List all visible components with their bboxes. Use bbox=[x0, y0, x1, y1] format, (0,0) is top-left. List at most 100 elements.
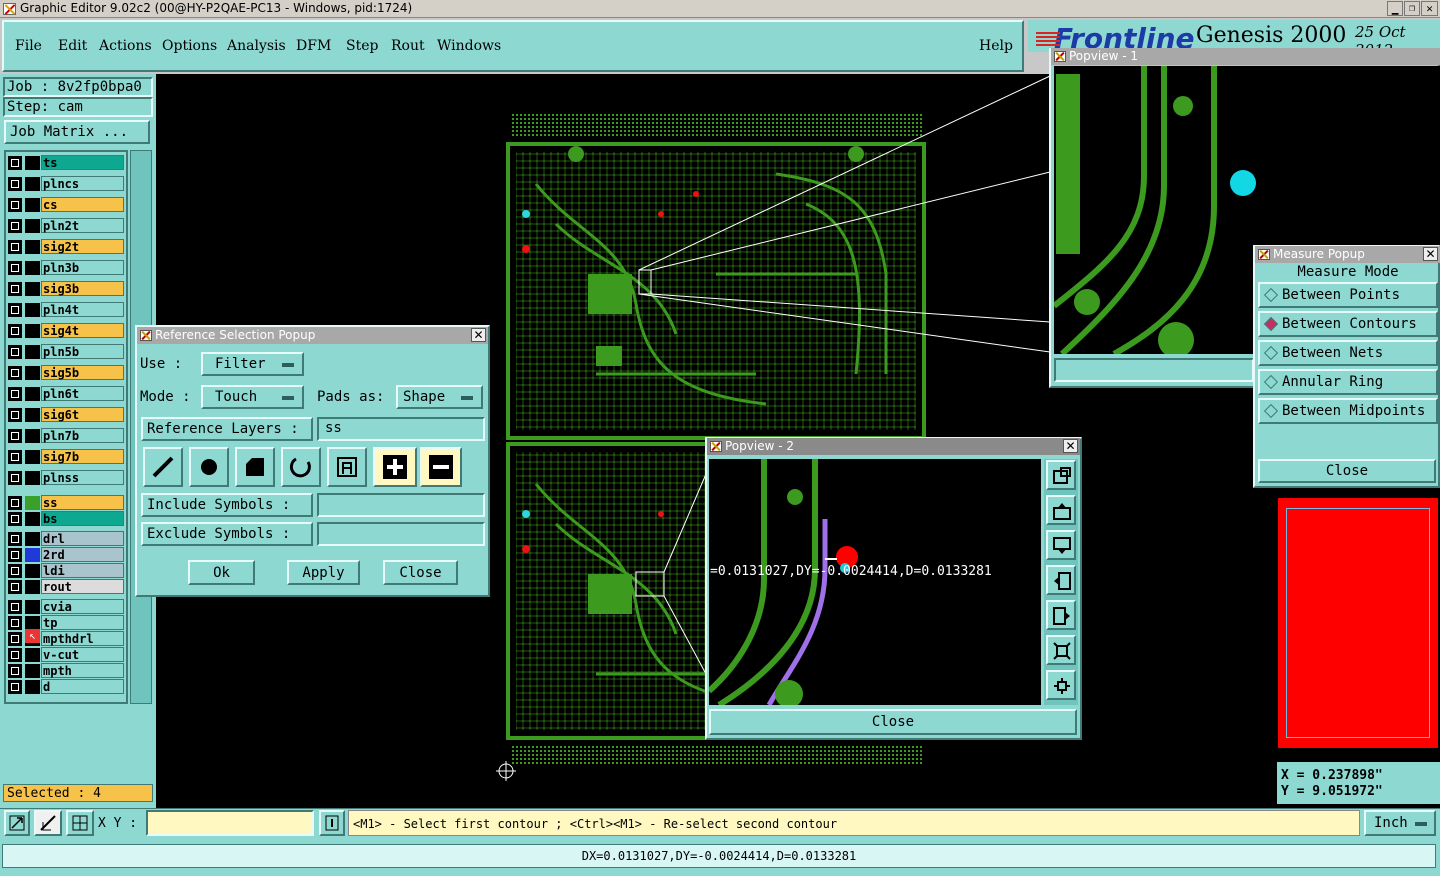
layer-name[interactable]: pln2t bbox=[41, 218, 124, 233]
layer-color-swatch[interactable] bbox=[25, 198, 40, 212]
layer-name[interactable]: pln7b bbox=[41, 428, 124, 443]
layer-row-2rd[interactable]: 2rd bbox=[8, 547, 124, 562]
layer-color-swatch[interactable] bbox=[25, 664, 40, 678]
layer-checkbox[interactable] bbox=[8, 532, 22, 546]
layer-color-swatch[interactable] bbox=[25, 548, 40, 562]
layer-color-swatch[interactable] bbox=[25, 240, 40, 254]
minimize-button[interactable]: ▁ bbox=[1387, 1, 1403, 16]
arc-symbol-button[interactable] bbox=[281, 447, 321, 487]
layer-row-pln6t[interactable]: pln6t bbox=[8, 386, 124, 401]
layer-name[interactable]: sig5b bbox=[41, 365, 124, 380]
layer-checkbox[interactable] bbox=[8, 664, 22, 678]
layer-color-swatch[interactable] bbox=[25, 616, 40, 630]
popview2-close-button[interactable]: Close bbox=[709, 709, 1077, 735]
menu-options[interactable]: Options bbox=[162, 38, 217, 54]
menu-rout[interactable]: Rout bbox=[391, 38, 425, 54]
layer-checkbox[interactable] bbox=[8, 303, 22, 317]
units-dropdown[interactable]: Inch bbox=[1364, 810, 1436, 836]
layer-name[interactable]: ts bbox=[41, 155, 124, 170]
layer-name[interactable]: ldi bbox=[41, 563, 124, 578]
layer-row-pln5b[interactable]: pln5b bbox=[8, 344, 124, 359]
exclude-symbols-input[interactable] bbox=[317, 522, 485, 546]
xy-input[interactable] bbox=[146, 810, 314, 836]
layer-row-ss[interactable]: ss bbox=[8, 495, 124, 510]
measure-mode-button[interactable] bbox=[34, 810, 62, 836]
layer-checkbox[interactable] bbox=[8, 345, 22, 359]
apply-button[interactable]: Apply bbox=[287, 560, 360, 585]
layer-color-swatch[interactable] bbox=[25, 366, 40, 380]
layer-row-pln7b[interactable]: pln7b bbox=[8, 428, 124, 443]
layer-checkbox[interactable] bbox=[8, 261, 22, 275]
layer-checkbox[interactable] bbox=[8, 198, 22, 212]
layer-checkbox[interactable] bbox=[8, 387, 22, 401]
layer-name[interactable]: rout bbox=[41, 579, 124, 594]
layer-row-ldi[interactable]: ldi bbox=[8, 563, 124, 578]
layer-color-swatch[interactable] bbox=[25, 512, 40, 526]
layer-color-swatch[interactable] bbox=[25, 282, 40, 296]
measure-close-button[interactable]: Close bbox=[1258, 459, 1436, 483]
layer-checkbox[interactable] bbox=[8, 156, 22, 170]
layer-name[interactable]: drl bbox=[41, 531, 124, 546]
info-button[interactable] bbox=[319, 810, 345, 836]
layer-color-swatch[interactable] bbox=[25, 564, 40, 578]
layer-name[interactable]: pln4t bbox=[41, 302, 124, 317]
menu-file[interactable]: File bbox=[15, 38, 42, 54]
layer-color-swatch[interactable] bbox=[25, 219, 40, 233]
layer-color-swatch[interactable] bbox=[25, 177, 40, 191]
layer-row-tp[interactable]: tp bbox=[8, 615, 124, 630]
pan-left-button[interactable] bbox=[1046, 565, 1076, 595]
layer-checkbox[interactable] bbox=[8, 177, 22, 191]
layer-row-sig4t[interactable]: sig4t bbox=[8, 323, 124, 338]
zoom-fit-button[interactable] bbox=[1046, 460, 1076, 490]
pan-down-button[interactable] bbox=[1046, 530, 1076, 560]
select-mode-button[interactable] bbox=[4, 810, 30, 836]
reference-layers-button[interactable]: Reference Layers : bbox=[141, 417, 313, 441]
layer-checkbox[interactable] bbox=[8, 648, 22, 662]
layer-color-swatch[interactable] bbox=[25, 324, 40, 338]
layer-name[interactable]: ss bbox=[41, 495, 124, 510]
layer-checkbox[interactable] bbox=[8, 240, 22, 254]
menu-windows[interactable]: Windows bbox=[437, 38, 501, 54]
layer-row-drl[interactable]: drl bbox=[8, 531, 124, 546]
measure-option-1[interactable]: Between Contours bbox=[1258, 311, 1438, 337]
menu-edit[interactable]: Edit bbox=[58, 38, 87, 54]
popview2-canvas[interactable] bbox=[709, 459, 1041, 705]
layer-color-swatch[interactable] bbox=[25, 450, 40, 464]
layer-color-swatch[interactable] bbox=[25, 600, 40, 614]
layer-color-swatch[interactable] bbox=[25, 387, 40, 401]
use-dropdown[interactable]: Filter bbox=[201, 352, 304, 376]
layer-name[interactable]: mpth bbox=[41, 663, 124, 678]
pan-right-button[interactable] bbox=[1046, 600, 1076, 630]
zoom-in-button[interactable] bbox=[1046, 635, 1076, 665]
layer-row-cvia[interactable]: cvia bbox=[8, 599, 124, 614]
job-matrix-button[interactable]: Job Matrix ... bbox=[4, 120, 150, 144]
layer-name[interactable]: 2rd bbox=[41, 547, 124, 562]
layer-color-swatch[interactable] bbox=[25, 156, 40, 170]
layer-name[interactable]: plncs bbox=[41, 176, 124, 191]
layer-name[interactable]: tp bbox=[41, 615, 124, 630]
layer-name[interactable]: sig6t bbox=[41, 407, 124, 422]
measure-option-3[interactable]: Annular Ring bbox=[1258, 369, 1438, 395]
layer-checkbox[interactable] bbox=[8, 564, 22, 578]
layer-name[interactable]: d bbox=[41, 679, 124, 694]
layer-row-mpth[interactable]: mpth bbox=[8, 663, 124, 678]
layer-row-bs[interactable]: bs bbox=[8, 511, 124, 526]
layer-checkbox[interactable] bbox=[8, 496, 22, 510]
surface-symbol-button[interactable] bbox=[235, 447, 275, 487]
layer-color-swatch[interactable] bbox=[25, 303, 40, 317]
layer-row-d[interactable]: d bbox=[8, 679, 124, 694]
layer-name[interactable]: sig4t bbox=[41, 323, 124, 338]
layer-checkbox[interactable] bbox=[8, 680, 22, 694]
layer-name[interactable]: cvia bbox=[41, 599, 124, 614]
measure-option-2[interactable]: Between Nets bbox=[1258, 340, 1438, 366]
layer-checkbox[interactable] bbox=[8, 616, 22, 630]
layer-row-ts[interactable]: ts bbox=[8, 155, 124, 170]
menu-actions[interactable]: Actions bbox=[99, 38, 152, 54]
layer-name[interactable]: sig2t bbox=[41, 239, 124, 254]
exclude-symbols-button[interactable]: Exclude Symbols : bbox=[141, 522, 313, 546]
layer-checkbox[interactable] bbox=[8, 548, 22, 562]
line-symbol-button[interactable] bbox=[143, 447, 183, 487]
pan-up-button[interactable] bbox=[1046, 495, 1076, 525]
layer-color-swatch[interactable] bbox=[25, 496, 40, 510]
layer-row-pln2t[interactable]: pln2t bbox=[8, 218, 124, 233]
